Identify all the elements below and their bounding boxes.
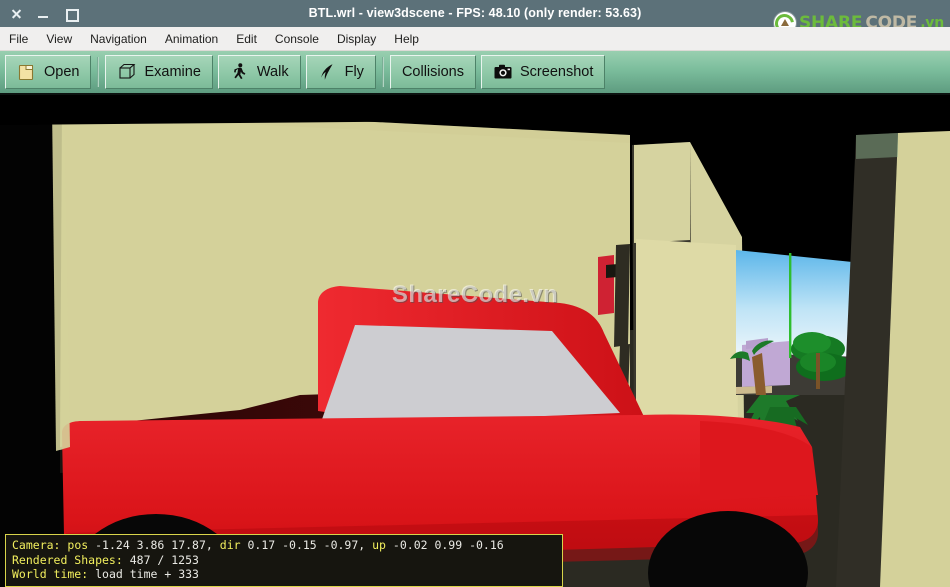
- menu-item-edit[interactable]: Edit: [227, 27, 266, 51]
- toolbar-separator: [97, 57, 100, 87]
- screenshot-button-label: Screenshot: [520, 64, 594, 80]
- fly-button[interactable]: Fly: [305, 55, 376, 89]
- examine-button[interactable]: Examine: [105, 55, 213, 89]
- bird-icon: [320, 64, 333, 80]
- menu-item-help[interactable]: Help: [385, 27, 428, 51]
- cube-icon: [119, 63, 136, 79]
- toolbar-separator-2: [381, 57, 384, 87]
- collisions-button-label: Collisions: [401, 64, 464, 80]
- menu-bar: File View Navigation Animation Edit Cons…: [0, 27, 950, 51]
- folder-icon: [18, 64, 34, 81]
- collisions-button[interactable]: Collisions: [389, 55, 476, 89]
- menu-item-console[interactable]: Console: [266, 27, 328, 51]
- 3d-scene-render: [0, 95, 950, 587]
- walk-button-label: Walk: [256, 64, 289, 80]
- open-button-label: Open: [44, 64, 80, 80]
- 3d-viewport[interactable]: ShareCode.vn Camera: pos -1.24 3.86 17.8…: [0, 95, 950, 587]
- menu-item-navigation[interactable]: Navigation: [81, 27, 156, 51]
- window-controls: [0, 0, 79, 27]
- close-icon[interactable]: [10, 7, 23, 20]
- camera-icon: [494, 64, 512, 79]
- toolbar: Open Examine Walk Fly Collisions Screens…: [0, 51, 950, 95]
- menu-item-animation[interactable]: Animation: [156, 27, 227, 51]
- examine-button-label: Examine: [144, 64, 201, 80]
- menu-item-view[interactable]: View: [37, 27, 81, 51]
- minimize-icon[interactable]: [37, 7, 50, 20]
- fly-button-label: Fly: [344, 64, 364, 80]
- walk-button[interactable]: Walk: [217, 55, 301, 89]
- view3dscene-window: BTL.wrl - view3dscene - FPS: 48.10 (only…: [0, 0, 950, 587]
- maximize-icon[interactable]: [64, 7, 79, 22]
- menu-item-file[interactable]: File: [0, 27, 37, 51]
- walking-person-icon: [234, 63, 246, 80]
- open-button[interactable]: Open: [5, 55, 92, 89]
- title-bar: BTL.wrl - view3dscene - FPS: 48.10 (only…: [0, 0, 950, 34]
- menu-item-display[interactable]: Display: [328, 27, 385, 51]
- screenshot-button[interactable]: Screenshot: [481, 55, 606, 89]
